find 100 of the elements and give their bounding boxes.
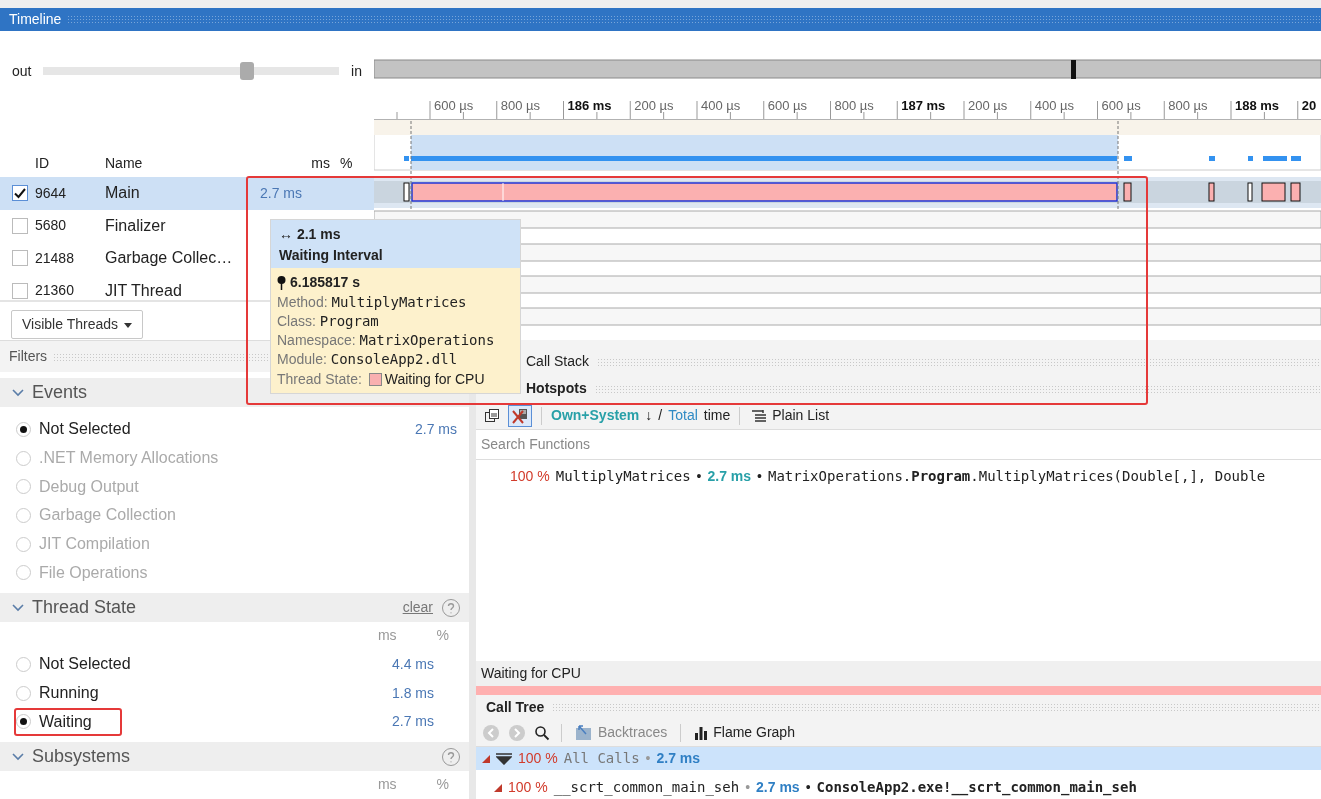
- function-name: MultiplyMatrices: [555, 467, 691, 486]
- field-value: Program: [319, 313, 379, 329]
- field-value: ConsoleApp2.dll: [330, 351, 458, 367]
- field-label: Class:: [277, 313, 316, 329]
- option-time: 2.7 ms: [415, 419, 457, 439]
- timestamp: 6.185817 s: [290, 273, 361, 292]
- help-icon[interactable]: [441, 597, 461, 618]
- thread-time: 2.7 ms: [260, 183, 303, 203]
- tick-label: 600 µs: [767, 98, 808, 113]
- thread-state-label: Waiting for CPU: [476, 661, 1321, 686]
- sort-arrow-icon: ↓: [645, 405, 653, 426]
- column-header: ms: [377, 626, 397, 646]
- backtraces-icon: [575, 724, 593, 741]
- tick-label: 200 µs: [968, 98, 1008, 113]
- call-tree-row[interactable]: 100 % All Calls • 2.7 ms: [476, 747, 1321, 770]
- column-header: ms: [310, 154, 331, 173]
- back-icon[interactable]: [482, 723, 500, 742]
- option-label: JIT Compilation: [39, 534, 150, 555]
- option-label: Garbage Collection: [39, 505, 176, 526]
- column-header: Name: [105, 154, 144, 173]
- help-icon[interactable]: [441, 746, 461, 767]
- thread-checkbox[interactable]: [12, 282, 28, 299]
- option-label: Not Selected: [39, 654, 131, 675]
- call-tree-title: Call Tree: [486, 697, 545, 717]
- clear-link[interactable]: clear: [402, 597, 433, 619]
- thread-checkbox[interactable]: [12, 250, 28, 267]
- thread-state-segment[interactable]: [403, 182, 410, 202]
- filters-title: Filters: [9, 347, 48, 366]
- search-icon[interactable]: [534, 724, 550, 741]
- call-stack-title: Call Stack: [526, 352, 590, 371]
- expand-arrow-icon[interactable]: [482, 754, 490, 763]
- section-header[interactable]: Thread State clear: [0, 593, 469, 623]
- separator: •: [745, 778, 751, 797]
- thread-row[interactable]: 9644 Main 2.7 ms: [0, 177, 374, 210]
- function-signature: ConsoleApp2.exe!__scrt_common_main_seh: [816, 778, 1137, 798]
- flame-graph-button[interactable]: Flame Graph: [692, 721, 797, 744]
- function-time: 2.7 ms: [707, 467, 752, 486]
- function-name: All Calls: [563, 749, 640, 768]
- expand-arrow-icon[interactable]: [494, 783, 502, 792]
- section-header[interactable]: Subsystems: [0, 742, 469, 772]
- interval-duration: ↔ 2.1 ms: [279, 225, 342, 244]
- tick-label: 800 µs: [1168, 98, 1208, 113]
- zoom-in-label: in: [351, 61, 362, 81]
- section-title: Thread State: [32, 596, 137, 620]
- tick-label: 800 µs: [500, 98, 541, 113]
- column-header: %: [436, 775, 449, 795]
- option-label: File Operations: [39, 562, 148, 583]
- bar-chart-icon: [694, 725, 709, 740]
- plain-list-button[interactable]: Plain List: [749, 404, 832, 427]
- thread-state-segment[interactable]: [1123, 182, 1132, 202]
- separator: •: [645, 749, 651, 768]
- function-name: __scrt_common_main_seh: [553, 778, 740, 798]
- thread-id: 5680: [35, 216, 68, 236]
- column-header: ms: [377, 775, 397, 795]
- tick-label: 600 µs: [1101, 98, 1141, 113]
- chevron-icon[interactable]: [12, 388, 24, 397]
- chevron-icon[interactable]: [12, 752, 24, 761]
- option-label: Running: [39, 683, 99, 704]
- option-label: .NET Memory Allocations: [39, 448, 219, 469]
- percent: 100 %: [508, 778, 548, 797]
- thread-id: 9644: [35, 183, 68, 203]
- separator: •: [757, 467, 762, 486]
- thread-checkbox[interactable]: [12, 185, 28, 202]
- filter-toggle-icon[interactable]: [508, 404, 532, 427]
- pin-icon: [277, 275, 286, 290]
- tick-label: 186 ms: [567, 98, 612, 113]
- chevron-icon[interactable]: [12, 603, 24, 612]
- total-sort[interactable]: Total: [668, 405, 698, 426]
- option-label: Not Selected: [39, 419, 131, 440]
- tick-label: 200 µs: [634, 98, 674, 113]
- option-label: Waiting: [39, 711, 92, 732]
- option-time: 1.8 ms: [392, 683, 434, 703]
- thread-checkbox[interactable]: [12, 217, 28, 234]
- thread-name: JIT Thread: [105, 280, 183, 300]
- section-title: Subsystems: [32, 745, 131, 769]
- tick-label: 187 ms: [901, 98, 946, 113]
- slider-thumb[interactable]: [240, 62, 255, 80]
- overview-marker[interactable]: [1071, 60, 1076, 79]
- thread-name: Main: [105, 183, 141, 204]
- separator: /: [658, 406, 663, 425]
- field-label: Namespace:: [277, 332, 356, 348]
- thread-id: 21488: [35, 248, 75, 268]
- panel-title: Timeline: [9, 10, 62, 29]
- tick-label: 600 µs: [434, 98, 474, 113]
- forward-icon[interactable]: [508, 723, 526, 742]
- tick-label: 20: [1301, 98, 1317, 113]
- call-tree-row[interactable]: 100 % __scrt_common_main_seh • 2.7 ms • ConsoleApp2.exe!__scrt_common_main_seh: [476, 776, 1321, 799]
- function-signature: MatrixOperations.Program.MultiplyMatrices(Double[,], Double: [767, 467, 1266, 486]
- thread-name: Finalizer: [105, 215, 167, 236]
- visible-threads-dropdown[interactable]: Visible Threads: [11, 310, 143, 339]
- column-header: %: [436, 626, 449, 646]
- column-header: %: [340, 154, 354, 173]
- copy-icon[interactable]: [482, 406, 502, 425]
- tooltip-title: Waiting Interval: [279, 246, 384, 265]
- column-header: ID: [35, 154, 50, 173]
- percent: 100 %: [510, 467, 550, 486]
- thread-state-segment[interactable]: [1247, 182, 1253, 202]
- thread-state-segment[interactable]: [1208, 182, 1215, 202]
- section-title: Events: [32, 381, 88, 404]
- tick-label: 188 ms: [1235, 98, 1280, 113]
